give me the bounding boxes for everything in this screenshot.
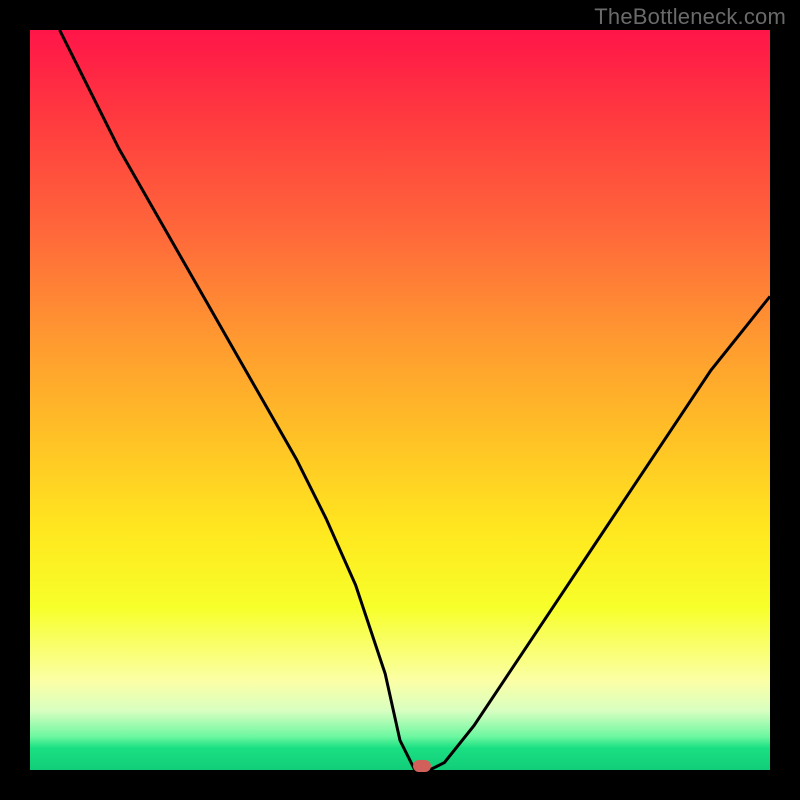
bottleneck-curve (30, 30, 770, 770)
optimal-point-marker (413, 760, 431, 772)
plot-area (30, 30, 770, 770)
watermark-text: TheBottleneck.com (594, 4, 786, 30)
chart-frame: TheBottleneck.com (0, 0, 800, 800)
curve-path (60, 30, 770, 770)
